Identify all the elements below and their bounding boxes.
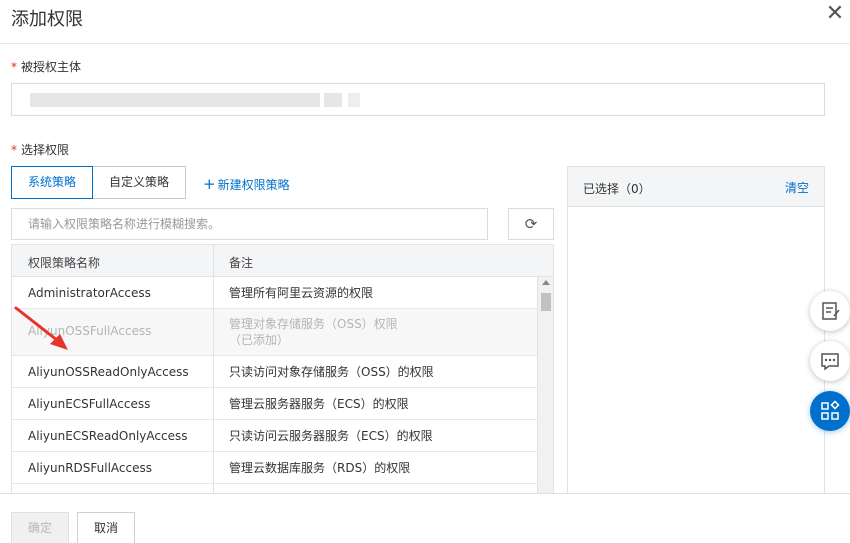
policy-search-input[interactable]: 请输入权限策略名称进行模糊搜索。 xyxy=(11,208,488,240)
feedback-button[interactable] xyxy=(810,291,850,331)
scroll-up-icon[interactable] xyxy=(542,280,550,285)
table-row[interactable]: AliyunRDSFullAccess 管理云数据库服务（RDS）的权限 xyxy=(12,452,537,484)
table-row[interactable]: AliyunECSReadOnlyAccess 只读访问云服务器服务（ECS）的… xyxy=(12,420,537,452)
policy-note: 管理所有阿里云资源的权限 xyxy=(229,286,374,300)
policy-note: 管理云服务器服务（ECS）的权限 xyxy=(229,397,409,411)
apps-button[interactable] xyxy=(810,391,850,431)
apps-icon xyxy=(821,400,840,420)
selected-count: 已选择（0） xyxy=(583,182,651,196)
table-row[interactable]: AdministratorAccess 管理所有阿里云资源的权限 xyxy=(12,277,537,309)
policy-table: 权限策略名称 备注 AdministratorAccess 管理所有阿里云资源的… xyxy=(11,244,554,494)
policy-note: 只读访问对象存储服务（OSS）的权限 xyxy=(229,365,434,379)
clear-button[interactable]: 清空 xyxy=(785,179,809,196)
feedback-icon xyxy=(822,302,840,320)
chat-button[interactable] xyxy=(810,341,850,381)
tab-custom-policy[interactable]: 自定义策略 xyxy=(92,166,186,199)
added-tag: （已添加） xyxy=(229,333,290,347)
tab-system-policy[interactable]: 系统策略 xyxy=(11,166,93,199)
scrollbar-thumb[interactable] xyxy=(541,293,551,311)
obscured-value xyxy=(348,93,360,107)
policy-name: AdministratorAccess xyxy=(28,286,151,300)
table-row[interactable]: AliyunOSSReadOnlyAccess 只读访问对象存储服务（OSS）的… xyxy=(12,356,537,388)
obscured-value xyxy=(324,93,342,107)
policy-note: 管理对象存储服务（OSS）权限 xyxy=(229,317,398,331)
permissions-label: * 选择权限 xyxy=(11,143,70,157)
table-row[interactable]: AliyunECSFullAccess 管理云服务器服务（ECS）的权限 xyxy=(12,388,537,420)
cancel-button[interactable]: 取消 xyxy=(77,512,135,543)
principal-field[interactable] xyxy=(11,83,825,116)
dialog-footer: 确定 取消 xyxy=(0,493,850,543)
selected-header: 已选择（0） 清空 xyxy=(568,167,824,207)
obscured-value xyxy=(30,93,320,107)
refresh-button[interactable]: ⟳ xyxy=(508,208,554,240)
policy-name: AliyunOSSReadOnlyAccess xyxy=(28,365,189,379)
table-header: 权限策略名称 备注 xyxy=(12,245,553,277)
close-icon[interactable]: ✕ xyxy=(824,3,846,26)
column-header-note: 备注 xyxy=(229,256,254,270)
confirm-button[interactable]: 确定 xyxy=(11,512,69,543)
selected-panel: 已选择（0） 清空 xyxy=(567,166,825,496)
dialog-header: 添加权限 ✕ xyxy=(0,0,850,44)
dialog-title: 添加权限 xyxy=(11,9,83,30)
policy-name: AliyunRDSFullAccess xyxy=(28,461,152,475)
policy-name: AliyunECSFullAccess xyxy=(28,397,151,411)
policy-note: 只读访问云服务器服务（ECS）的权限 xyxy=(229,429,433,443)
policy-note: 管理云数据库服务（RDS）的权限 xyxy=(229,461,411,475)
policy-name: AliyunECSReadOnlyAccess xyxy=(28,429,188,443)
table-scrollbar[interactable] xyxy=(537,277,553,493)
plus-icon: + xyxy=(203,175,216,193)
principal-label: * 被授权主体 xyxy=(11,60,82,74)
annotation-arrow-icon xyxy=(14,306,68,350)
table-row-added: AliyunOSSFullAccess 管理对象存储服务（OSS）权限 （已添加… xyxy=(12,309,537,356)
refresh-icon: ⟳ xyxy=(524,215,538,233)
chat-icon xyxy=(821,353,839,371)
new-policy-link[interactable]: + 新建权限策略 xyxy=(203,175,290,193)
column-header-name: 权限策略名称 xyxy=(28,256,101,270)
column-divider xyxy=(213,245,214,493)
